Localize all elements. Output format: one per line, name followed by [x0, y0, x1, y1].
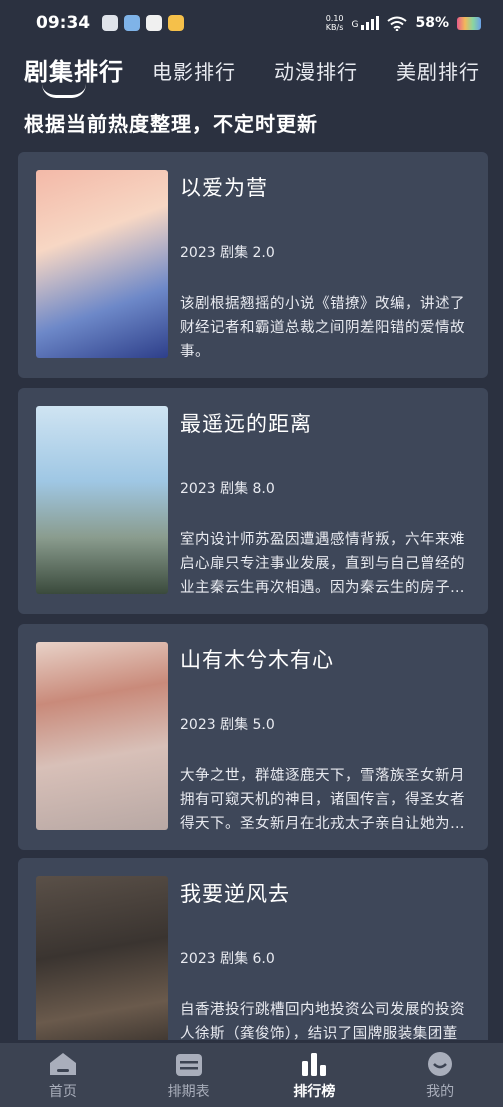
- tab-indicator: [42, 84, 86, 98]
- battery-percent: 58%: [415, 15, 449, 31]
- poster-image: [36, 642, 168, 830]
- item-meta: 2023 剧集 8.0: [180, 481, 275, 497]
- app-notification-icon: [146, 15, 163, 31]
- list-item[interactable]: 山有木兮木有心 2023 剧集 5.0 大争之世，群雄逐鹿天下，雪落族圣女新月拥…: [18, 624, 488, 850]
- app-notification-icon: [124, 15, 141, 31]
- nav-schedule[interactable]: 排期表: [126, 1043, 252, 1107]
- bottom-nav: 首页 排期表 排行榜 我的: [0, 1043, 503, 1107]
- tab-anime-ranking[interactable]: 动漫排行: [274, 56, 358, 85]
- item-description: 自香港投行跳槽回内地投资公司发展的投资人徐斯（龚俊饰），结识了国牌服装集团董事长…: [180, 1002, 465, 1040]
- app-notification-icon: [102, 15, 119, 31]
- nav-home-label: 首页: [48, 1084, 77, 1100]
- ranking-list[interactable]: 以爱为营 2023 剧集 2.0 该剧根据翘摇的小说《错撩》改编，讲述了财经记者…: [0, 150, 503, 1040]
- poster-image: [36, 876, 168, 1040]
- calendar-icon: [175, 1054, 202, 1076]
- tab-drama-ranking[interactable]: 剧集排行: [24, 52, 124, 87]
- item-meta: 2023 剧集 5.0: [180, 717, 275, 733]
- status-bar: 09:34 0.10 KB/s G 58%: [0, 0, 503, 46]
- item-description: 室内设计师苏盈因遭遇感情背叛，六年来难启心扉只专注事业发展，直到与自己曾经的业主…: [180, 532, 465, 596]
- nav-profile[interactable]: 我的: [377, 1043, 503, 1107]
- item-title: 我要逆风去: [180, 882, 290, 906]
- nav-ranking[interactable]: 排行榜: [252, 1043, 378, 1107]
- nav-profile-label: 我的: [426, 1084, 455, 1100]
- item-description: 大争之世，群雄逐鹿天下，雪落族圣女新月拥有可窥天机的神目，诸国传言，得圣女者得天…: [180, 768, 465, 832]
- bar-chart-icon: [302, 1053, 327, 1076]
- poster-image: [36, 170, 168, 358]
- home-icon: [49, 1053, 76, 1075]
- item-title: 以爱为营: [180, 176, 268, 200]
- nav-ranking-label: 排行榜: [293, 1084, 336, 1100]
- network-speed: 0.10 KB/s: [325, 14, 344, 32]
- smiley-icon: [428, 1052, 453, 1076]
- item-title: 山有木兮木有心: [180, 648, 334, 672]
- weibo-icon: [168, 15, 185, 31]
- wifi-icon: [387, 16, 408, 31]
- tab-movie-ranking[interactable]: 电影排行: [152, 56, 236, 85]
- poster-image: [36, 406, 168, 594]
- ranking-tabs: 剧集排行 电影排行 动漫排行 美剧排行: [0, 56, 503, 100]
- page-subtitle: 根据当前热度整理，不定时更新: [24, 112, 318, 136]
- item-description: 该剧根据翘摇的小说《错撩》改编，讲述了财经记者和霸道总裁之间阴差阳错的爱情故事。: [180, 296, 465, 360]
- list-item[interactable]: 我要逆风去 2023 剧集 6.0 自香港投行跳槽回内地投资公司发展的投资人徐斯…: [18, 858, 488, 1040]
- nav-schedule-label: 排期表: [167, 1084, 210, 1100]
- status-time: 09:34: [36, 13, 91, 33]
- item-meta: 2023 剧集 6.0: [180, 951, 275, 967]
- nav-home[interactable]: 首页: [0, 1043, 126, 1107]
- item-title: 最遥远的距离: [180, 412, 312, 436]
- item-meta: 2023 剧集 2.0: [180, 245, 275, 261]
- list-item[interactable]: 以爱为营 2023 剧集 2.0 该剧根据翘摇的小说《错撩》改编，讲述了财经记者…: [18, 152, 488, 378]
- tab-us-drama-ranking[interactable]: 美剧排行: [396, 56, 480, 85]
- battery-icon: [457, 16, 481, 30]
- signal-icon: G: [352, 16, 380, 30]
- notification-icons: [102, 15, 185, 31]
- list-item[interactable]: 最遥远的距离 2023 剧集 8.0 室内设计师苏盈因遭遇感情背叛，六年来难启心…: [18, 388, 488, 614]
